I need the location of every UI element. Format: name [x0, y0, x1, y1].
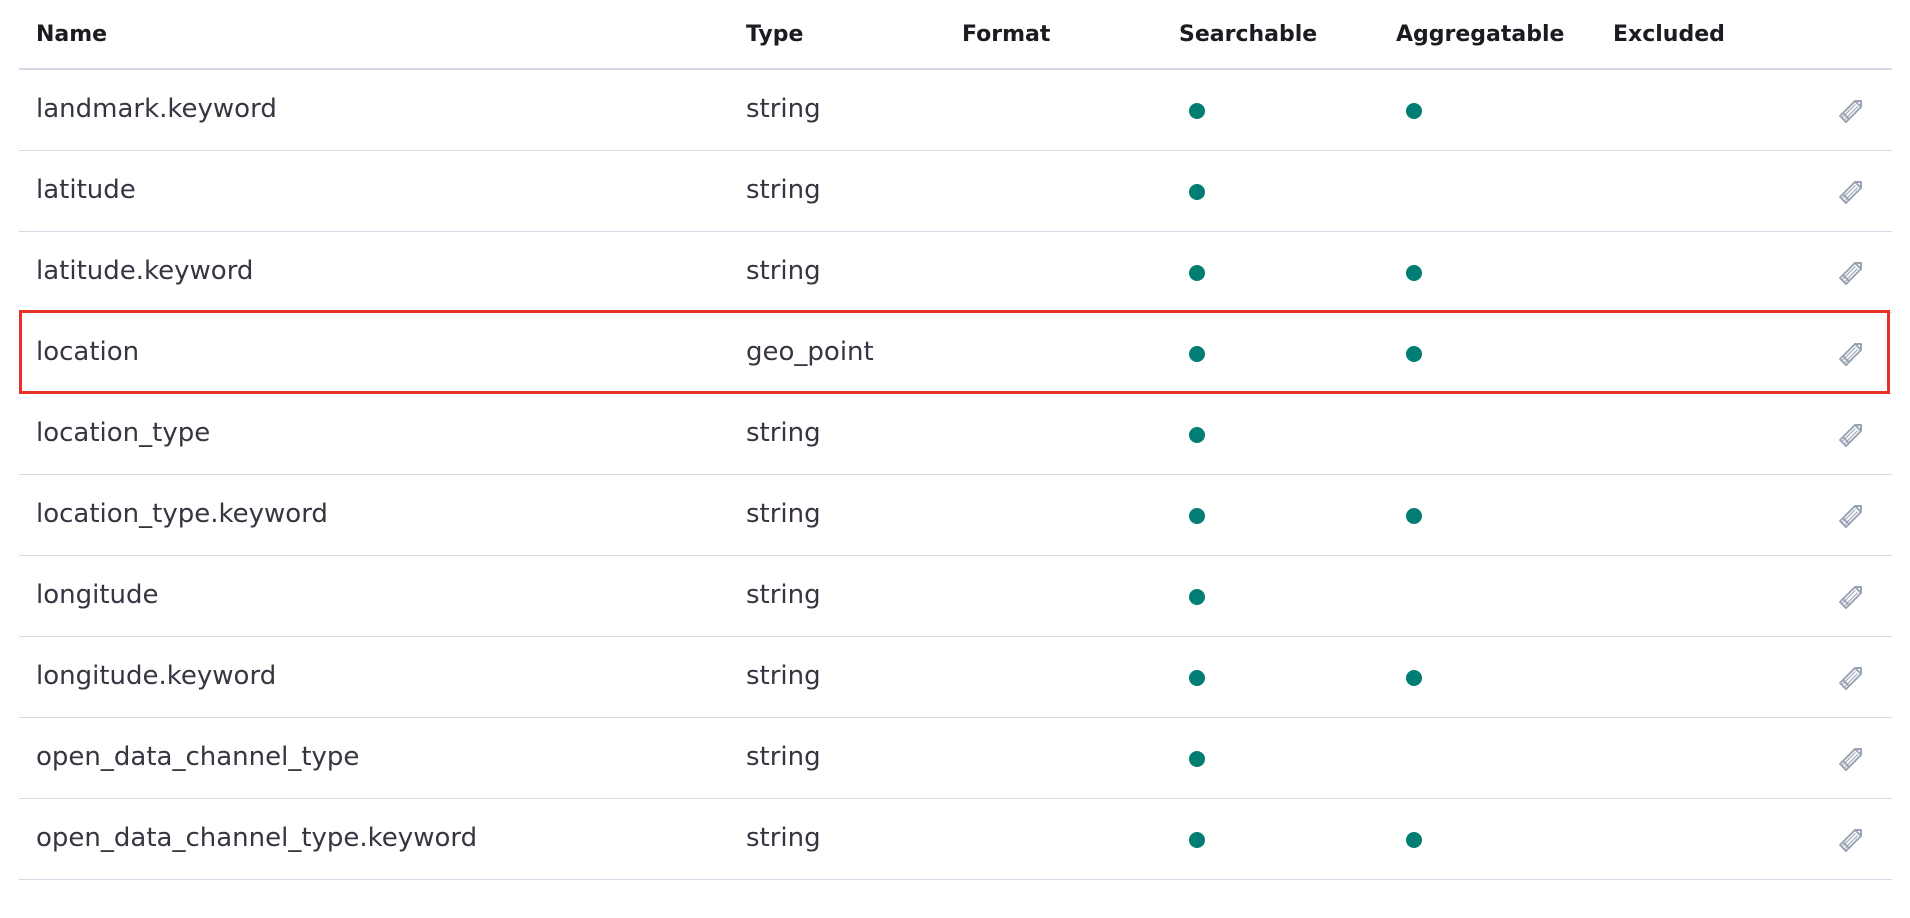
column-header-type[interactable]: Type — [746, 22, 803, 47]
table-row: longitude string — [19, 556, 1892, 637]
pencil-icon — [1839, 586, 1862, 609]
searchable-indicator-icon — [1189, 103, 1205, 119]
field-name: open_data_channel_type.keyword — [36, 823, 478, 853]
pencil-icon — [1839, 343, 1862, 366]
field-type: string — [746, 580, 821, 610]
field-type: string — [746, 94, 821, 124]
searchable-indicator-icon — [1189, 427, 1205, 443]
column-header-excluded[interactable]: Excluded — [1613, 22, 1725, 47]
aggregatable-indicator-icon — [1406, 103, 1422, 119]
field-type: string — [746, 499, 821, 529]
pencil-icon — [1839, 829, 1862, 852]
searchable-indicator-icon — [1189, 832, 1205, 848]
edit-field-button[interactable] — [1834, 416, 1870, 452]
table-row: latitude string — [19, 151, 1892, 232]
edit-field-button[interactable] — [1834, 497, 1870, 533]
fields-table: Name Type Format Searchable Aggregatable… — [19, 0, 1892, 880]
pencil-icon — [1839, 181, 1862, 204]
table-header: Name Type Format Searchable Aggregatable… — [19, 0, 1892, 70]
searchable-indicator-icon — [1189, 184, 1205, 200]
table-body: landmark.keyword string latitude string — [19, 70, 1892, 880]
table-row: latitude.keyword string — [19, 232, 1892, 313]
column-header-name[interactable]: Name — [36, 22, 107, 47]
edit-field-button[interactable] — [1834, 92, 1870, 128]
aggregatable-indicator-icon — [1406, 508, 1422, 524]
pencil-icon — [1839, 505, 1862, 528]
pencil-icon — [1839, 424, 1862, 447]
edit-field-button[interactable] — [1834, 659, 1870, 695]
searchable-indicator-icon — [1189, 589, 1205, 605]
field-type: geo_point — [746, 337, 874, 367]
searchable-indicator-icon — [1189, 670, 1205, 686]
column-header-format[interactable]: Format — [962, 22, 1050, 47]
table-row: location_type string — [19, 394, 1892, 475]
field-type: string — [746, 661, 821, 691]
table-row: open_data_channel_type.keyword string — [19, 799, 1892, 880]
table-row: landmark.keyword string — [19, 70, 1892, 151]
aggregatable-indicator-icon — [1406, 832, 1422, 848]
field-name: landmark.keyword — [36, 94, 277, 124]
aggregatable-indicator-icon — [1406, 346, 1422, 362]
table-row: longitude.keyword string — [19, 637, 1892, 718]
field-type: string — [746, 256, 821, 286]
searchable-indicator-icon — [1189, 265, 1205, 281]
field-type: string — [746, 742, 821, 772]
edit-field-button[interactable] — [1834, 254, 1870, 290]
edit-field-button[interactable] — [1834, 173, 1870, 209]
field-name: latitude.keyword — [36, 256, 254, 286]
field-type: string — [746, 175, 821, 205]
table-row: open_data_channel_type string — [19, 718, 1892, 799]
field-name: location_type.keyword — [36, 499, 328, 529]
field-name: location — [36, 337, 140, 367]
field-name: longitude — [36, 580, 159, 610]
edit-field-button[interactable] — [1834, 578, 1870, 614]
field-name: location_type — [36, 418, 211, 448]
searchable-indicator-icon — [1189, 751, 1205, 767]
table-row: location_type.keyword string — [19, 475, 1892, 556]
pencil-icon — [1839, 262, 1862, 285]
table-row: location geo_point — [19, 310, 1892, 394]
field-name: latitude — [36, 175, 136, 205]
column-header-aggregatable[interactable]: Aggregatable — [1396, 22, 1564, 47]
aggregatable-indicator-icon — [1406, 265, 1422, 281]
field-name: open_data_channel_type — [36, 742, 360, 772]
field-type: string — [746, 823, 821, 853]
aggregatable-indicator-icon — [1406, 670, 1422, 686]
edit-field-button[interactable] — [1834, 740, 1870, 776]
edit-field-button[interactable] — [1834, 821, 1870, 857]
field-name: longitude.keyword — [36, 661, 277, 691]
pencil-icon — [1839, 100, 1862, 123]
pencil-icon — [1839, 748, 1862, 771]
searchable-indicator-icon — [1189, 508, 1205, 524]
searchable-indicator-icon — [1189, 346, 1205, 362]
pencil-icon — [1839, 667, 1862, 690]
edit-field-button[interactable] — [1834, 335, 1870, 371]
field-type: string — [746, 418, 821, 448]
column-header-searchable[interactable]: Searchable — [1179, 22, 1317, 47]
